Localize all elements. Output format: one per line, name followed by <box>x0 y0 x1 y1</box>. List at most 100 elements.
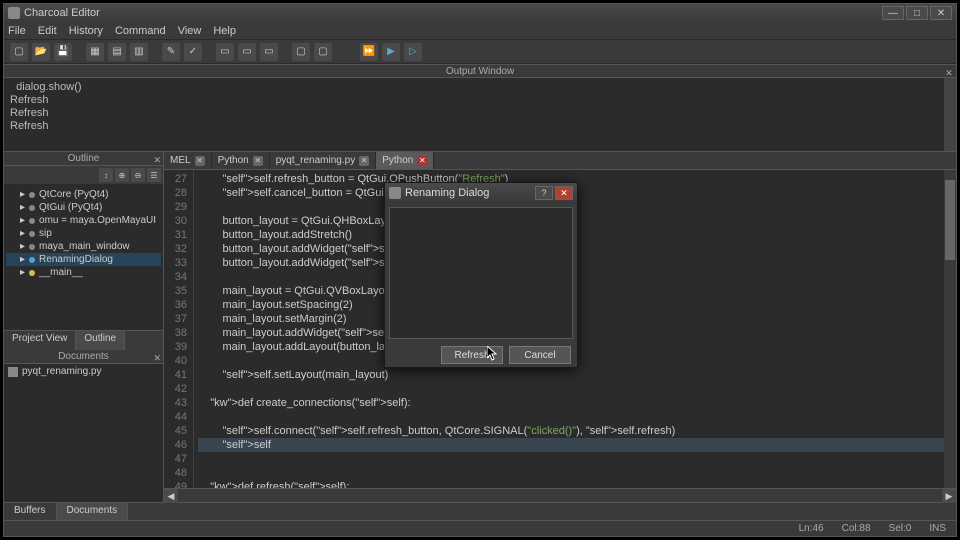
outline-label: QtGui (PyQt4) <box>39 202 102 213</box>
outline-item[interactable]: ▸ sip <box>6 227 161 240</box>
menu-command[interactable]: Command <box>115 25 166 37</box>
scroll-right-icon[interactable]: ▶ <box>942 489 956 503</box>
mod-icon <box>29 205 35 211</box>
menu-help[interactable]: Help <box>213 25 236 37</box>
outline-title: Outline <box>68 153 100 164</box>
dialog-help-button[interactable]: ? <box>535 186 553 200</box>
editor-tab[interactable]: pyqt_renaming.py✕ <box>270 152 377 169</box>
dialog-button-row: Refresh Cancel <box>385 343 577 367</box>
editor-hscrollbar[interactable]: ◀ ▶ <box>164 488 956 502</box>
outline-item[interactable]: ▸ omu = maya.OpenMayaUI <box>6 214 161 227</box>
outline-item[interactable]: ▸ __main__ <box>6 266 161 279</box>
output-scrollbar[interactable] <box>944 78 956 151</box>
output-title: Output Window <box>446 66 514 77</box>
tab-label: pyqt_renaming.py <box>276 155 356 166</box>
output-panel-header: Output Window ✕ <box>4 64 956 78</box>
dialog-close-button[interactable]: ✕ <box>555 186 573 200</box>
editor-vscrollbar[interactable] <box>944 170 956 488</box>
dialog-titlebar[interactable]: Renaming Dialog ? ✕ <box>385 183 577 203</box>
outline-tool-icon[interactable]: ⊕ <box>115 168 129 182</box>
minimize-button[interactable]: — <box>882 6 904 20</box>
editor-tabs: MEL✕Python✕pyqt_renaming.py✕Python✕ <box>164 152 956 170</box>
editor-tab[interactable]: Python✕ <box>376 152 434 169</box>
dialog-icon <box>389 187 401 199</box>
scroll-thumb[interactable] <box>945 180 955 260</box>
document-item[interactable]: pyqt_renaming.py <box>4 364 163 379</box>
tab-close-icon[interactable]: ✕ <box>417 156 427 166</box>
output-panel: dialog.show() Refresh Refresh Refresh <box>4 78 956 152</box>
line-gutter: 27 28 29 30 31 32 33 34 35 36 37 38 39 4… <box>164 170 194 488</box>
outline-item[interactable]: ▸ RenamingDialog <box>6 253 161 266</box>
editor-tab[interactable]: MEL ✕ <box>164 152 212 169</box>
toolbar-icon[interactable]: ▭ <box>238 43 256 61</box>
toolbar-icon[interactable]: ▤ <box>108 43 126 61</box>
toolbar-icon[interactable]: ▦ <box>86 43 104 61</box>
maximize-button[interactable]: □ <box>906 6 928 20</box>
tab-buffers[interactable]: Buffers <box>4 503 57 520</box>
toolbar-icon[interactable]: ▥ <box>130 43 148 61</box>
run-line-icon[interactable]: ▷ <box>404 43 422 61</box>
output-text: dialog.show() Refresh Refresh Refresh <box>10 81 82 132</box>
refresh-button[interactable]: Refresh <box>441 346 503 364</box>
open-file-icon[interactable]: 📂 <box>32 43 50 61</box>
outline-item[interactable]: ▸ QtCore (PyQt4) <box>6 188 161 201</box>
status-mode: INS <box>929 523 946 534</box>
outline-label: __main__ <box>39 267 83 278</box>
scroll-left-icon[interactable]: ◀ <box>164 489 178 503</box>
toolbar-icon[interactable]: ✓ <box>184 43 202 61</box>
status-sel: Sel:0 <box>889 523 912 534</box>
tab-close-icon[interactable]: ✕ <box>359 156 369 166</box>
document-label: pyqt_renaming.py <box>22 366 102 377</box>
toolbar-icon[interactable]: ▢ <box>292 43 310 61</box>
menubar: File Edit History Command View Help <box>4 22 956 40</box>
tab-close-icon[interactable]: ✕ <box>253 156 263 166</box>
outline-label: sip <box>39 228 52 239</box>
app-icon <box>8 7 20 19</box>
outline-item[interactable]: ▸ maya_main_window <box>6 240 161 253</box>
documents-header: Documents ✕ <box>4 350 163 364</box>
tab-label: MEL <box>170 155 191 166</box>
documents-close-icon[interactable]: ✕ <box>153 351 161 365</box>
toolbar-icon[interactable]: ▭ <box>216 43 234 61</box>
documents-panel: pyqt_renaming.py <box>4 364 163 502</box>
tab-outline[interactable]: Outline <box>76 331 125 350</box>
outline-tool-icon[interactable]: ↕ <box>99 168 113 182</box>
app-title: Charcoal Editor <box>24 7 882 19</box>
outline-item[interactable]: ▸ QtGui (PyQt4) <box>6 201 161 214</box>
outline-header: Outline ✕ <box>4 152 163 166</box>
bottom-tabs: Buffers Documents <box>4 502 956 520</box>
file-icon <box>8 367 18 377</box>
titlebar: Charcoal Editor — □ ✕ <box>4 4 956 22</box>
cls-icon <box>29 257 35 263</box>
close-button[interactable]: ✕ <box>930 6 952 20</box>
run-all-icon[interactable]: ⏩ <box>360 43 378 61</box>
tab-close-icon[interactable]: ✕ <box>195 156 205 166</box>
outline-label: QtCore (PyQt4) <box>39 189 108 200</box>
outline-close-icon[interactable]: ✕ <box>153 153 161 167</box>
save-icon[interactable]: 💾 <box>54 43 72 61</box>
outline-tree: ▸ QtCore (PyQt4)▸ QtGui (PyQt4)▸ omu = m… <box>4 184 163 330</box>
toolbar-icon[interactable]: ▭ <box>260 43 278 61</box>
run-icon[interactable]: ▶ <box>382 43 400 61</box>
menu-edit[interactable]: Edit <box>38 25 57 37</box>
outline-tool-icon[interactable]: ⊖ <box>131 168 145 182</box>
new-file-icon[interactable]: ▢ <box>10 43 28 61</box>
toolbar-icon[interactable]: ✎ <box>162 43 180 61</box>
editor-tab[interactable]: Python ✕ <box>212 152 270 169</box>
outline-label: omu = maya.OpenMayaUI <box>39 215 156 226</box>
dialog-body <box>389 207 573 339</box>
outline-tool-icon[interactable]: ☰ <box>147 168 161 182</box>
mod-icon <box>29 192 35 198</box>
menu-file[interactable]: File <box>8 25 26 37</box>
menu-history[interactable]: History <box>69 25 103 37</box>
menu-view[interactable]: View <box>178 25 202 37</box>
documents-title: Documents <box>58 351 109 362</box>
output-close-icon[interactable]: ✕ <box>944 66 954 76</box>
mod-icon <box>29 231 35 237</box>
toolbar-icon[interactable]: ▢ <box>314 43 332 61</box>
tab-documents[interactable]: Documents <box>57 503 129 520</box>
tab-project-view[interactable]: Project View <box>4 331 76 350</box>
outline-label: maya_main_window <box>39 241 130 252</box>
tab-label: Python <box>218 155 249 166</box>
cancel-button[interactable]: Cancel <box>509 346 571 364</box>
